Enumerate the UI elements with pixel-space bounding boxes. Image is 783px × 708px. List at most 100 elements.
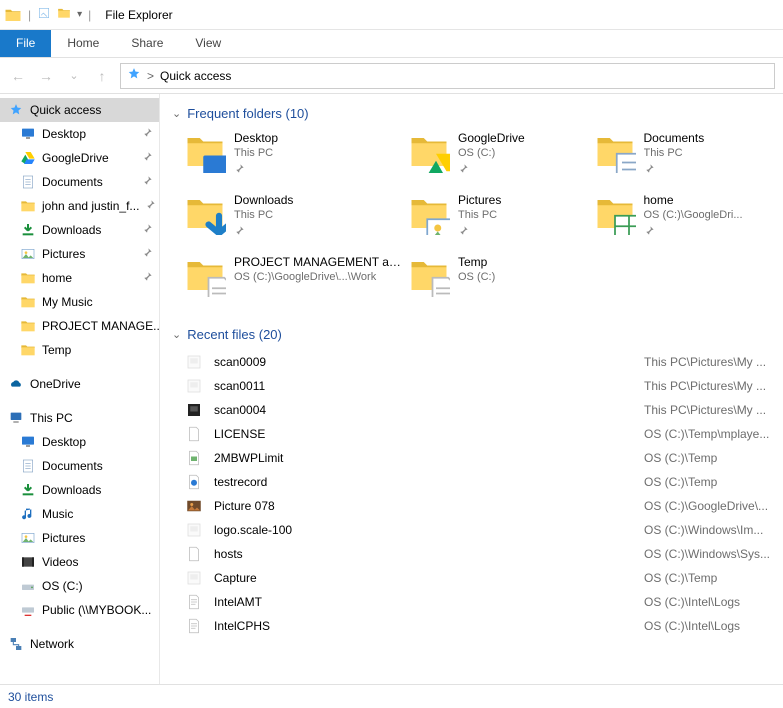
folder-location: OS (C:) [458, 270, 495, 285]
sidebar-item-label: OS (C:) [42, 579, 83, 593]
tab-file[interactable]: File [0, 30, 51, 57]
documents-icon [20, 458, 36, 474]
folder-tile[interactable]: Desktop This PC [184, 131, 404, 185]
tab-view[interactable]: View [179, 30, 237, 57]
image-light-icon [184, 569, 204, 587]
folder-name: Documents [644, 131, 705, 146]
folder-location: This PC [234, 146, 278, 161]
desktop-icon [20, 434, 36, 450]
file-location: OS (C:)\Intel\Logs [644, 619, 783, 633]
drive-icon [20, 578, 36, 594]
file-name: 2MBWPLimit [214, 451, 634, 465]
file-location: OS (C:)\Windows\Sys... [644, 547, 783, 561]
sidebar-item[interactable]: Music [0, 502, 159, 526]
sidebar-item[interactable]: Documents [0, 170, 159, 194]
file-row[interactable]: scan0009 This PC\Pictures\My ... [184, 350, 783, 374]
file-row[interactable]: testrecord OS (C:)\Temp [184, 470, 783, 494]
qat-dropdown-icon[interactable]: ▾ [77, 9, 82, 20]
sidebar-item[interactable]: Documents [0, 454, 159, 478]
pictures-icon [20, 246, 36, 262]
file-name: testrecord [214, 475, 634, 489]
folder-tile[interactable]: Pictures This PC [408, 193, 590, 247]
folder-tile[interactable]: PROJECT MANAGEMENT an... OS (C:)\GoogleD… [184, 255, 404, 309]
sidebar-item[interactable]: john and justin_f... [0, 194, 159, 218]
file-name: logo.scale-100 [214, 523, 634, 537]
music-icon [20, 506, 36, 522]
tree-onedrive[interactable]: OneDrive [0, 372, 159, 396]
folder-tile[interactable]: Temp OS (C:) [408, 255, 590, 309]
folder-location: This PC [458, 208, 501, 223]
sidebar-item[interactable]: Pictures [0, 242, 159, 266]
sidebar-item-label: Pictures [42, 247, 85, 261]
folder-name: home [644, 193, 743, 208]
file-row[interactable]: IntelCPHS OS (C:)\Intel\Logs [184, 614, 783, 638]
tab-home[interactable]: Home [51, 30, 115, 57]
file-row[interactable]: Capture OS (C:)\Temp [184, 566, 783, 590]
nav-recent-dropdown-icon[interactable]: ⌄ [64, 69, 84, 82]
folder-icon [20, 342, 36, 358]
sidebar-item[interactable]: PROJECT MANAGE... [0, 314, 159, 338]
file-name: LICENSE [214, 427, 634, 441]
tree-this-pc[interactable]: This PC [0, 406, 159, 430]
sidebar-item[interactable]: My Music [0, 290, 159, 314]
sidebar-item[interactable]: home [0, 266, 159, 290]
folder-tile[interactable]: Downloads This PC [184, 193, 404, 247]
sidebar-item[interactable]: GoogleDrive [0, 146, 159, 170]
sidebar-item[interactable]: Pictures [0, 526, 159, 550]
file-row[interactable]: LICENSE OS (C:)\Temp\mplaye... [184, 422, 783, 446]
nav-back-icon[interactable]: ← [8, 68, 28, 84]
chevron-down-icon: ⌄ [172, 107, 181, 120]
sidebar-item[interactable]: Videos [0, 550, 159, 574]
folder-location: OS (C:)\GoogleDrive\...\Work [234, 270, 404, 285]
pin-icon [644, 163, 705, 179]
sidebar-item[interactable]: Downloads [0, 478, 159, 502]
sidebar-item[interactable]: Downloads [0, 218, 159, 242]
file-row[interactable]: 2MBWPLimit OS (C:)\Temp [184, 446, 783, 470]
network-icon [8, 636, 24, 652]
reg-icon [184, 449, 204, 467]
file-name: hosts [214, 547, 634, 561]
nav-up-icon[interactable]: ↑ [92, 68, 112, 84]
group-header-label: Recent files (20) [187, 327, 282, 342]
breadcrumb-label[interactable]: Quick access [160, 69, 231, 83]
group-header-label: Frequent folders (10) [187, 106, 308, 121]
file-row[interactable]: hosts OS (C:)\Windows\Sys... [184, 542, 783, 566]
pin-icon [145, 199, 156, 213]
qat-properties-icon[interactable] [37, 6, 51, 23]
tree-quick-access[interactable]: Quick access [0, 98, 159, 122]
file-name: scan0009 [214, 355, 634, 369]
app-icon [4, 6, 22, 24]
file-row[interactable]: IntelAMT OS (C:)\Intel\Logs [184, 590, 783, 614]
image-light-icon [184, 353, 204, 371]
ribbon-tabs: File Home Share View [0, 30, 783, 58]
address-bar[interactable]: > Quick access [120, 63, 775, 89]
sidebar-item[interactable]: OS (C:) [0, 574, 159, 598]
nav-forward-icon[interactable]: → [36, 68, 56, 84]
file-row[interactable]: scan0011 This PC\Pictures\My ... [184, 374, 783, 398]
file-row[interactable]: logo.scale-100 OS (C:)\Windows\Im... [184, 518, 783, 542]
group-header-recent[interactable]: ⌄ Recent files (20) [164, 323, 783, 346]
sidebar-item[interactable]: Public (\\MYBOOK... [0, 598, 159, 622]
tree-network[interactable]: Network [0, 632, 159, 656]
sidebar-item[interactable]: Desktop [0, 430, 159, 454]
content-pane: ⌄ Frequent folders (10) Desktop This PC [160, 94, 783, 684]
pin-icon [234, 225, 293, 241]
navigation-bar: ← → ⌄ ↑ > Quick access [0, 58, 783, 94]
folder-tile[interactable]: GoogleDrive OS (C:) [408, 131, 590, 185]
folder-tile[interactable]: home OS (C:)\GoogleDri... [594, 193, 776, 247]
file-row[interactable]: Picture 078 OS (C:)\GoogleDrive\... [184, 494, 783, 518]
file-row[interactable]: scan0004 This PC\Pictures\My ... [184, 398, 783, 422]
tab-share[interactable]: Share [115, 30, 179, 57]
folder-location: This PC [644, 146, 705, 161]
sidebar-item[interactable]: Temp [0, 338, 159, 362]
folder-location: OS (C:) [458, 146, 525, 161]
folder-icon [594, 131, 636, 173]
sidebar-item-label: Desktop [42, 435, 86, 449]
group-header-frequent[interactable]: ⌄ Frequent folders (10) [164, 102, 783, 125]
folder-tile[interactable]: Documents This PC [594, 131, 776, 185]
sidebar-item[interactable]: Desktop [0, 122, 159, 146]
file-name: Capture [214, 571, 634, 585]
folder-icon [408, 193, 450, 235]
qat-new-folder-icon[interactable] [57, 6, 71, 23]
gdrive-icon [20, 150, 36, 166]
